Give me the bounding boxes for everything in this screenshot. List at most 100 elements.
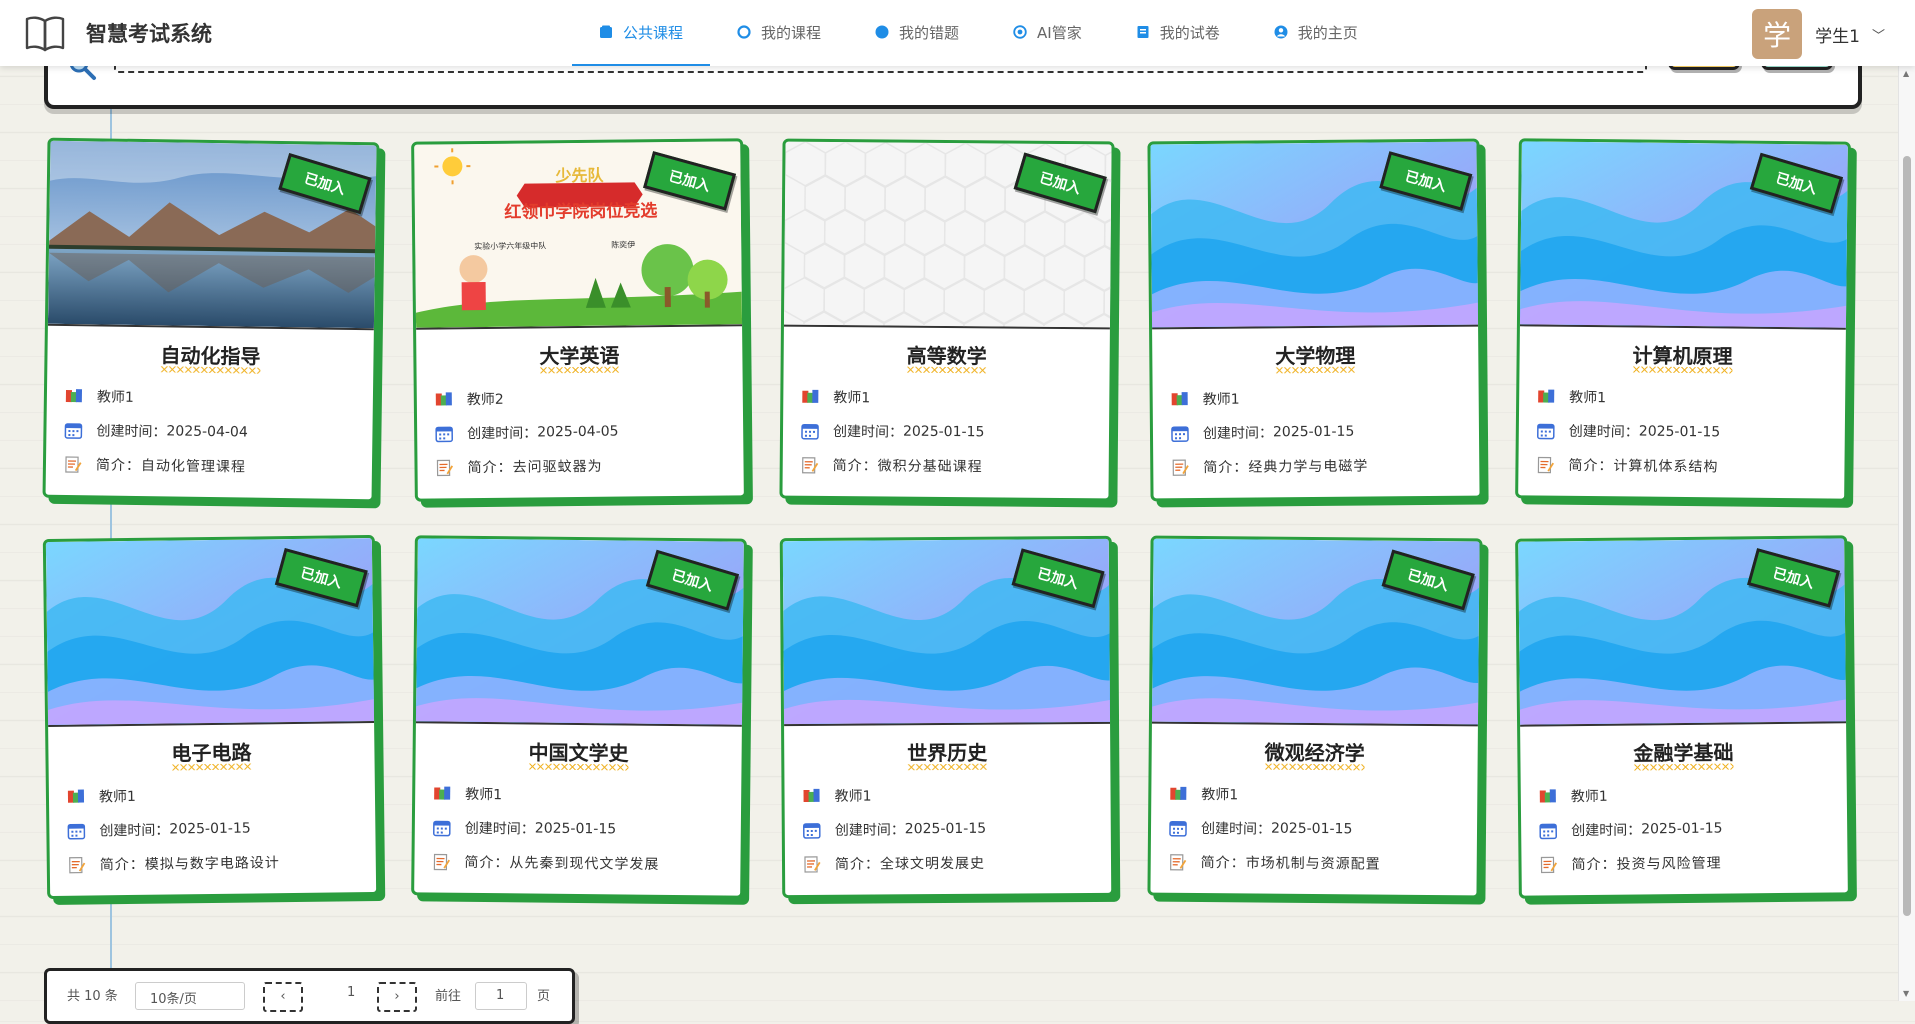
course-cover-image[interactable]: 少先队红领巾学院岗位竞选实验小学六年级中队陈奕伊已加入 bbox=[414, 141, 742, 329]
pagination: 共 10 条 10条/页 ‹ 1 › 前往 1 页 bbox=[44, 968, 575, 1024]
memo-icon bbox=[1539, 855, 1557, 873]
teacher-books-icon bbox=[801, 388, 819, 406]
nav-my-home[interactable]: 我的主页 bbox=[1247, 0, 1385, 66]
prev-page-button[interactable]: ‹ bbox=[263, 982, 303, 1012]
teacher-books-icon bbox=[67, 788, 85, 806]
course-title-wrap: 电子电路 bbox=[48, 735, 374, 772]
calendar-icon bbox=[1171, 424, 1189, 442]
current-page[interactable]: 1 bbox=[347, 985, 355, 1000]
created-label: 创建时间： bbox=[1201, 818, 1271, 839]
nav-label: AI管家 bbox=[1037, 22, 1082, 43]
course-card[interactable]: 已加入大学物理教师1创建时间：2025-01-15简介：经典力学与电磁学 bbox=[1147, 139, 1482, 502]
nav-public-courses[interactable]: 公共课程 bbox=[572, 0, 710, 66]
top-header: 智慧考试系统 公共课程 我的课程 我的错题 AI管家 我的试卷 我的主页 学 学 bbox=[0, 0, 1915, 66]
intro-text: 全球文明发展史 bbox=[880, 853, 985, 874]
scroll-thumb[interactable] bbox=[1903, 156, 1911, 916]
course-cover-image[interactable]: 已加入 bbox=[1518, 538, 1846, 726]
created-row: 创建时间：2025-01-15 bbox=[1169, 811, 1477, 848]
created-label: 创建时间： bbox=[99, 820, 169, 841]
nav-ai-assistant[interactable]: AI管家 bbox=[986, 0, 1109, 66]
course-card[interactable]: 已加入微观经济学教师1创建时间：2025-01-15简介：市场机制与资源配置 bbox=[1147, 536, 1482, 899]
created-date: 2025-01-15 bbox=[1273, 424, 1355, 441]
nav-my-papers[interactable]: 我的试卷 bbox=[1109, 0, 1247, 66]
jump-page-input[interactable]: 1 bbox=[475, 982, 527, 1010]
created-label: 创建时间： bbox=[835, 819, 905, 839]
teacher-books-icon bbox=[802, 787, 820, 805]
scrollbar[interactable]: ▲ ▼ bbox=[1898, 66, 1915, 1001]
avatar[interactable]: 学 bbox=[1752, 9, 1802, 59]
course-cover-image[interactable]: 已加入 bbox=[784, 142, 1112, 330]
memo-icon bbox=[1536, 455, 1554, 473]
intro-label: 简介： bbox=[1571, 854, 1616, 874]
nav-my-mistakes[interactable]: 我的错题 bbox=[848, 0, 986, 66]
created-date: 2025-01-15 bbox=[169, 821, 251, 838]
course-cover-image[interactable]: 已加入 bbox=[48, 141, 377, 331]
user-menu[interactable]: 学 学生1 ﹀ bbox=[1752, 9, 1885, 59]
teacher-name: 教师1 bbox=[97, 386, 134, 407]
teacher-row: 教师1 bbox=[1171, 380, 1479, 417]
teacher-books-icon bbox=[435, 390, 453, 408]
course-meta: 教师1创建时间：2025-01-15简介：模拟与数字电路设计 bbox=[67, 776, 376, 882]
course-title: 计算机原理 bbox=[1632, 339, 1732, 373]
username[interactable]: 学生1 bbox=[1815, 22, 1860, 47]
created-row: 创建时间：2025-04-04 bbox=[64, 413, 372, 451]
created-label: 创建时间： bbox=[1571, 819, 1641, 840]
course-card[interactable]: 已加入电子电路教师1创建时间：2025-01-15简介：模拟与数字电路设计 bbox=[43, 535, 379, 899]
intro-label: 简介： bbox=[1201, 852, 1246, 872]
book-icon bbox=[599, 25, 613, 39]
created-date: 2025-01-15 bbox=[1271, 821, 1353, 838]
intro-row: 简介：从先秦到现代文学发展 bbox=[432, 844, 740, 881]
intro-label: 简介： bbox=[833, 455, 878, 475]
nav-my-courses[interactable]: 我的课程 bbox=[710, 0, 848, 66]
teacher-books-icon bbox=[65, 387, 83, 405]
intro-label: 简介： bbox=[1568, 455, 1613, 475]
teacher-row: 教师1 bbox=[433, 776, 741, 813]
course-title: 金融学基础 bbox=[1633, 736, 1733, 770]
intro-text: 经典力学与电磁学 bbox=[1248, 456, 1368, 477]
created-label: 创建时间： bbox=[96, 420, 166, 441]
chevron-down-icon[interactable]: ﹀ bbox=[1872, 25, 1885, 44]
intro-label: 简介： bbox=[464, 852, 509, 872]
teacher-books-icon bbox=[1537, 387, 1555, 405]
calendar-icon bbox=[64, 421, 82, 439]
intro-row: 简介：投资与风险管理 bbox=[1539, 844, 1847, 881]
intro-row: 简介：去问驱蚊器为 bbox=[435, 447, 743, 484]
created-label: 创建时间： bbox=[467, 422, 537, 443]
course-title-wrap: 计算机原理 bbox=[1519, 338, 1845, 374]
course-card[interactable]: 已加入世界历史教师1创建时间：2025-01-15简介：全球文明发展史 bbox=[780, 536, 1115, 898]
memo-icon bbox=[1171, 458, 1189, 476]
teacher-row: 教师1 bbox=[801, 380, 1109, 417]
course-meta: 教师1创建时间：2025-01-15简介：全球文明发展史 bbox=[802, 777, 1111, 881]
course-card[interactable]: 已加入计算机原理教师1创建时间：2025-01-15简介：计算机体系结构 bbox=[1515, 138, 1851, 501]
course-card[interactable]: 少先队红领巾学院岗位竞选实验小学六年级中队陈奕伊已加入大学英语教师2创建时间：2… bbox=[411, 138, 747, 501]
course-card[interactable]: 已加入自动化指导教师1创建时间：2025-04-04简介：自动化管理课程 bbox=[43, 138, 380, 503]
main-nav: 公共课程 我的课程 我的错题 AI管家 我的试卷 我的主页 bbox=[572, 0, 1385, 66]
course-title: 微观经济学 bbox=[1265, 737, 1365, 771]
course-cover-image[interactable]: 已加入 bbox=[416, 538, 744, 726]
scroll-up-icon[interactable]: ▲ bbox=[1903, 69, 1909, 78]
teacher-name: 教师1 bbox=[1203, 389, 1240, 409]
course-cover-image[interactable]: 已加入 bbox=[1152, 539, 1480, 727]
scroll-down-icon[interactable]: ▼ bbox=[1903, 989, 1909, 998]
document-icon bbox=[1136, 25, 1150, 39]
intro-row: 简介：计算机体系结构 bbox=[1536, 447, 1844, 484]
nav-label: 我的课程 bbox=[761, 22, 821, 43]
course-card[interactable]: 已加入中国文学史教师1创建时间：2025-01-15简介：从先秦到现代文学发展 bbox=[411, 535, 747, 898]
intro-row: 简介：经典力学与电磁学 bbox=[1171, 448, 1479, 485]
course-meta: 教师2创建时间：2025-04-05简介：去问驱蚊器为 bbox=[435, 379, 744, 484]
brand[interactable]: 智慧考试系统 bbox=[24, 12, 212, 54]
teacher-row: 教师1 bbox=[1537, 379, 1845, 416]
course-cover-image[interactable]: 已加入 bbox=[1520, 141, 1848, 329]
course-cover-image[interactable]: 已加入 bbox=[1150, 142, 1478, 330]
course-card[interactable]: 已加入金融学基础教师1创建时间：2025-01-15简介：投资与风险管理 bbox=[1515, 535, 1851, 898]
memo-icon bbox=[803, 855, 821, 873]
memo-icon bbox=[432, 852, 450, 870]
course-title-wrap: 金融学基础 bbox=[1520, 735, 1846, 771]
course-cover-image[interactable]: 已加入 bbox=[783, 539, 1110, 726]
next-page-button[interactable]: › bbox=[377, 982, 417, 1012]
course-cover-image[interactable]: 已加入 bbox=[46, 538, 374, 727]
nav-label: 我的试卷 bbox=[1160, 22, 1220, 43]
page-size-select[interactable]: 10条/页 bbox=[135, 982, 245, 1010]
teacher-row: 教师1 bbox=[802, 777, 1110, 813]
course-card[interactable]: 已加入高等数学教师1创建时间：2025-01-15简介：微积分基础课程 bbox=[779, 139, 1114, 502]
